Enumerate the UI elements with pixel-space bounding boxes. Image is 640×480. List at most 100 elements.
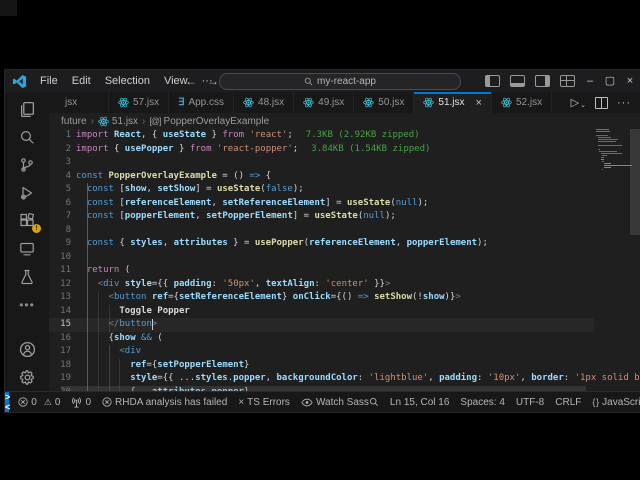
toggle-secondary-sidebar-icon[interactable] bbox=[535, 75, 550, 87]
code-line-17[interactable]: 17 <div bbox=[49, 345, 594, 359]
status-item-crlf[interactable]: CRLF bbox=[555, 397, 581, 408]
activity-settings-icon[interactable] bbox=[5, 363, 49, 391]
status-item-watch-sass[interactable]: Watch Sass bbox=[301, 397, 369, 408]
code-text: </button> bbox=[71, 318, 157, 332]
code-line-14[interactable]: 14 Toggle Popper bbox=[49, 305, 594, 319]
activity-run-debug-icon[interactable] bbox=[5, 179, 49, 207]
code-text bbox=[71, 156, 76, 170]
status-item-search-small[interactable] bbox=[369, 397, 379, 407]
breadcrumb-item-future[interactable]: future bbox=[61, 116, 87, 127]
tab-App-css[interactable]: ∃App.css bbox=[169, 92, 234, 113]
status-item-0[interactable]: 0⚠0 bbox=[18, 397, 60, 408]
minimap[interactable] bbox=[596, 129, 628, 391]
code-line-8[interactable]: 8 bbox=[49, 224, 594, 238]
code-text: <div bbox=[71, 345, 141, 359]
toggle-sidebar-icon[interactable] bbox=[485, 75, 500, 87]
line-number: 8 bbox=[49, 224, 71, 238]
code-line-5[interactable]: 5 const [show, setShow] = useState(false… bbox=[49, 183, 594, 197]
minimap-line bbox=[596, 135, 608, 136]
tab-52-jsx[interactable]: 52.jsx bbox=[492, 92, 552, 113]
tab-label: App.css bbox=[188, 97, 224, 108]
code-line-2[interactable]: 2import { usePopper } from 'react-popper… bbox=[49, 143, 594, 157]
react-icon bbox=[501, 97, 512, 108]
status-item-spaces-4[interactable]: Spaces: 4 bbox=[460, 397, 504, 408]
command-center[interactable]: my-react-app bbox=[219, 73, 461, 90]
menu-edit[interactable]: Edit bbox=[65, 70, 98, 92]
activity-extensions-icon[interactable]: ! bbox=[5, 207, 49, 235]
activity-explorer-icon[interactable] bbox=[5, 95, 49, 123]
breadcrumb-separator-icon: › bbox=[90, 116, 95, 127]
customize-layout-icon[interactable] bbox=[560, 75, 575, 87]
eye-icon bbox=[301, 398, 313, 407]
menu-selection[interactable]: Selection bbox=[98, 70, 157, 92]
code-line-19[interactable]: 19 style={{ ...styles.popper, background… bbox=[49, 372, 594, 386]
code-line-11[interactable]: 11 return ( bbox=[49, 264, 594, 278]
activity-more-icon[interactable]: ••• bbox=[5, 291, 49, 319]
menu-file[interactable]: File bbox=[33, 70, 65, 92]
tab-57-jsx[interactable]: 57.jsx bbox=[109, 92, 169, 113]
code-line-7[interactable]: 7 const [popperElement, setPopperElement… bbox=[49, 210, 594, 224]
code-text: Toggle Popper bbox=[71, 305, 190, 319]
tab-48-jsx[interactable]: 48.jsx bbox=[234, 92, 294, 113]
react-icon bbox=[243, 97, 254, 108]
line-number: 7 bbox=[49, 210, 71, 224]
activity-remote-explorer-icon[interactable] bbox=[5, 235, 49, 263]
react-icon bbox=[423, 97, 434, 108]
activity-search-icon[interactable] bbox=[5, 123, 49, 151]
react-icon bbox=[118, 97, 129, 108]
split-editor-icon[interactable] bbox=[595, 97, 608, 109]
tab-close-icon[interactable]: × bbox=[476, 97, 482, 109]
code-line-10[interactable]: 10 bbox=[49, 251, 594, 265]
tab-51-jsx[interactable]: 51.jsx× bbox=[414, 92, 492, 113]
vertical-scrollbar[interactable] bbox=[630, 129, 640, 235]
maximize-button[interactable]: ▢ bbox=[600, 70, 620, 92]
code-line-12[interactable]: 12 <div style={{ padding: '50px', textAl… bbox=[49, 278, 594, 292]
breadcrumb-item-PopperOverlayExample[interactable]: [@]PopperOverlayExample bbox=[149, 116, 269, 127]
status-item-utf-8[interactable]: UTF-8 bbox=[516, 397, 544, 408]
breadcrumb[interactable]: future›51.jsx›[@]PopperOverlayExample bbox=[49, 113, 640, 129]
title-bar: FileEditSelectionView··· ← → my-react-ap… bbox=[5, 70, 640, 92]
nav-back-icon[interactable]: ← bbox=[185, 74, 197, 88]
status-item-0[interactable]: 0 bbox=[71, 397, 91, 408]
line-number: 19 bbox=[49, 372, 71, 386]
code-text: const { styles, attributes } = usePopper… bbox=[71, 237, 488, 251]
tab-label: jsx bbox=[65, 97, 77, 108]
code-line-1[interactable]: 1import React, { useState } from 'react'… bbox=[49, 129, 594, 143]
status-item-ts-errors[interactable]: ×TS Errors bbox=[238, 397, 290, 408]
activity-source-control-icon[interactable] bbox=[5, 151, 49, 179]
close-window-button[interactable]: × bbox=[620, 70, 640, 92]
minimap-line bbox=[602, 155, 606, 156]
code-line-6[interactable]: 6 const [referenceElement, setReferenceE… bbox=[49, 197, 594, 211]
editor-more-actions-icon[interactable]: ··· bbox=[617, 97, 631, 109]
tab-jsx[interactable]: jsx bbox=[49, 92, 109, 113]
horizontal-scrollbar[interactable] bbox=[61, 386, 586, 391]
code-line-18[interactable]: 18 ref={setPopperElement} bbox=[49, 359, 594, 373]
minimize-button[interactable]: – bbox=[580, 70, 600, 92]
code-line-4[interactable]: 4const PopperOverlayExample = () => { bbox=[49, 170, 594, 184]
code-line-3[interactable]: 3 bbox=[49, 156, 594, 170]
vscode-window: FileEditSelectionView··· ← → my-react-ap… bbox=[5, 70, 640, 412]
code-line-13[interactable]: 13 <button ref={setReferenceElement} onC… bbox=[49, 291, 594, 305]
tab-49-jsx[interactable]: 49.jsx bbox=[294, 92, 354, 113]
minimap-line bbox=[596, 129, 609, 130]
tab-50-jsx[interactable]: 50.jsx bbox=[354, 92, 414, 113]
tab-label: 50.jsx bbox=[378, 97, 404, 108]
code-line-16[interactable]: 16 {show && ( bbox=[49, 332, 594, 346]
line-number: 14 bbox=[49, 305, 71, 319]
activity-account-icon[interactable] bbox=[5, 335, 49, 363]
run-code-button[interactable]: ▷⌄ bbox=[571, 96, 586, 109]
code-line-9[interactable]: 9 const { styles, attributes } = usePopp… bbox=[49, 237, 594, 251]
toggle-panel-icon[interactable] bbox=[510, 75, 525, 87]
code-line-15[interactable]: 15 </button> bbox=[49, 318, 594, 332]
minimap-line bbox=[604, 163, 611, 164]
line-number: 5 bbox=[49, 183, 71, 197]
activity-testing-icon[interactable] bbox=[5, 263, 49, 291]
status-item-rhda-analysis-has-failed[interactable]: RHDA analysis has failed bbox=[102, 397, 227, 408]
status-item-ln-15-col-16[interactable]: Ln 15, Col 16 bbox=[390, 397, 450, 408]
status-item-javascript-jsx[interactable]: { }JavaScript JSX bbox=[592, 397, 640, 408]
run-dropdown-icon[interactable]: ⌄ bbox=[580, 101, 586, 109]
minimap-line bbox=[598, 137, 611, 138]
code-editor[interactable]: 1import React, { useState } from 'react'… bbox=[49, 129, 640, 391]
breadcrumb-item-51-jsx[interactable]: 51.jsx bbox=[98, 116, 138, 127]
nav-forward-icon[interactable]: → bbox=[207, 74, 219, 88]
